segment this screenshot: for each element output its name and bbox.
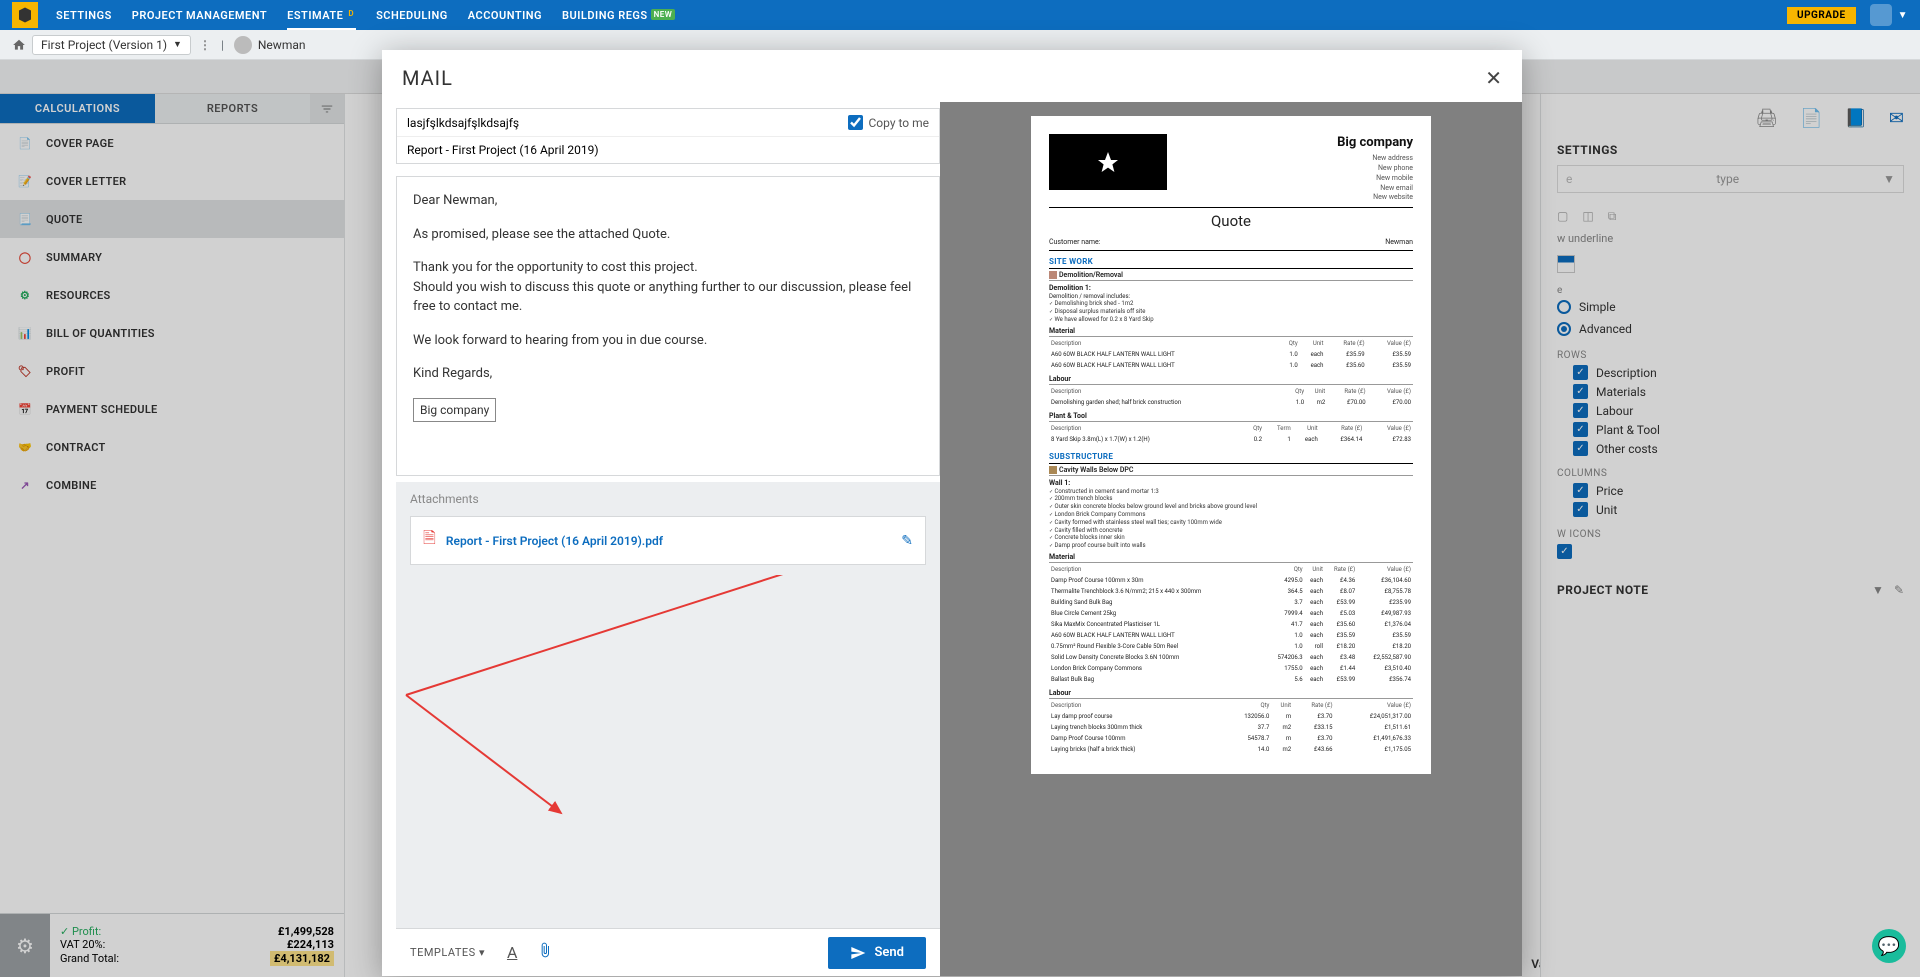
close-icon[interactable]: ✕: [1485, 66, 1502, 90]
tab-reports[interactable]: REPORTS: [155, 94, 310, 123]
email-body-editor[interactable]: Dear Newman, As promised, please see the…: [396, 176, 940, 476]
rows-group-label: Rows: [1557, 350, 1904, 361]
col-unit-check[interactable]: ✓Unit: [1557, 500, 1904, 519]
report-combine[interactable]: ↗Combine: [0, 466, 344, 504]
nav-building-regs[interactable]: BUILDING REGSNEW: [562, 3, 675, 28]
nav-estimate[interactable]: ESTIMATED: [287, 3, 356, 28]
pdf-preview: Big company New addressNew phone New mob…: [940, 102, 1522, 976]
col-price-check[interactable]: ✓Price: [1557, 481, 1904, 500]
copy-to-me-label: Copy to me: [869, 116, 930, 130]
attachments-section: Attachments 🗎 Report - First Project (16…: [396, 482, 940, 575]
recipient-input[interactable]: [407, 116, 848, 130]
attachments-label: Attachments: [410, 492, 926, 506]
tab-calculations[interactable]: CALCULATIONS: [0, 94, 155, 123]
layout-tab-icons[interactable]: ▢◫⧉: [1557, 209, 1904, 224]
project-dropdown[interactable]: First Project (Version 1)▼: [32, 35, 191, 55]
underline-label: w underline: [1557, 232, 1904, 245]
customer-avatar-icon: [234, 36, 252, 54]
pdf-file-icon: 🗎: [423, 527, 436, 554]
mode-advanced-radio[interactable]: Advanced: [1557, 318, 1904, 340]
row-other-costs-check[interactable]: ✓Other costs: [1557, 439, 1904, 458]
row-description-check[interactable]: ✓Description: [1557, 363, 1904, 382]
modal-title: MAIL: [402, 66, 453, 90]
send-button[interactable]: Send: [828, 937, 926, 969]
edit-attachment-icon[interactable]: ✎: [901, 533, 913, 549]
subject-input[interactable]: [407, 143, 929, 157]
icons-group-label: w Icons: [1557, 529, 1904, 540]
text-format-icon[interactable]: A: [507, 943, 517, 962]
app-logo[interactable]: [12, 2, 38, 28]
templates-dropdown[interactable]: TEMPLATES ▾: [410, 946, 485, 959]
row-materials-check[interactable]: ✓Materials: [1557, 382, 1904, 401]
top-navigation-bar: SETTINGS PROJECT MANAGEMENT ESTIMATED SC…: [0, 0, 1920, 30]
pdf-icon[interactable]: 📄: [1800, 108, 1822, 129]
report-list: 📄Cover Page 📝Cover Letter 📃Quote ◯Summar…: [0, 124, 344, 504]
mode-simple-radio[interactable]: Simple: [1557, 296, 1904, 318]
preview-logo: [1049, 134, 1167, 190]
project-menu-icon[interactable]: ⋮: [199, 38, 211, 52]
totals-settings-icon[interactable]: ⚙: [0, 914, 50, 977]
help-chat-fab[interactable]: 💬: [1872, 929, 1906, 963]
note-edit-icon[interactable]: ✎: [1894, 583, 1904, 597]
report-boq[interactable]: 📊Bill of Quantities: [0, 314, 344, 352]
attachment-item[interactable]: 🗎 Report - First Project (16 April 2019)…: [410, 516, 926, 565]
email-icon[interactable]: ✉: [1889, 108, 1904, 129]
mail-modal: MAIL ✕ Copy to me Dear Newman, As promis…: [382, 50, 1522, 976]
print-icon[interactable]: 🖨: [1755, 108, 1778, 129]
copy-to-me-checkbox[interactable]: [848, 115, 863, 130]
type-dropdown[interactable]: e type▼: [1557, 165, 1904, 193]
totals-panel: ⚙ ✓ Profit:£1,499,528 VAT 20%:£224,113 G…: [0, 913, 344, 977]
report-cover-letter[interactable]: 📝Cover Letter: [0, 162, 344, 200]
upgrade-button[interactable]: UPGRADE: [1787, 7, 1856, 24]
show-icons-check[interactable]: ✓: [1557, 542, 1904, 561]
project-note-title: Project Note: [1557, 583, 1648, 597]
attach-file-icon[interactable]: [537, 941, 553, 964]
nav-settings[interactable]: SETTINGS: [56, 3, 112, 28]
report-cover-page[interactable]: 📄Cover Page: [0, 124, 344, 162]
nav-accounting[interactable]: ACCOUNTING: [468, 3, 542, 28]
report-summary[interactable]: ◯Summary: [0, 238, 344, 276]
settings-title: Settings: [1557, 143, 1904, 157]
report-contract[interactable]: 🤝Contract: [0, 428, 344, 466]
row-labour-check[interactable]: ✓Labour: [1557, 401, 1904, 420]
cols-group-label: Columns: [1557, 468, 1904, 479]
left-sidebar: CALCULATIONS REPORTS 📄Cover Page 📝Cover …: [0, 94, 345, 977]
report-resources[interactable]: ⚙Resources: [0, 276, 344, 314]
settings-panel: 🖨 📄 📘 ✉ Settings e type▼ ▢◫⧉ w underline…: [1540, 94, 1920, 977]
user-menu-chevron-icon[interactable]: ▼: [1898, 10, 1908, 21]
home-icon: [12, 38, 26, 52]
table-style-icon[interactable]: [1557, 255, 1575, 273]
report-payment-schedule[interactable]: 📅Payment Schedule: [0, 390, 344, 428]
user-avatar-icon[interactable]: [1870, 4, 1892, 26]
note-expand-icon[interactable]: ▼: [1872, 583, 1884, 597]
nav-scheduling[interactable]: SCHEDULING: [376, 3, 448, 28]
row-plant-tool-check[interactable]: ✓Plant & Tool: [1557, 420, 1904, 439]
report-profit[interactable]: 🏷Profit: [0, 352, 344, 390]
customer-name: Newman: [258, 38, 306, 52]
report-quote[interactable]: 📃Quote: [0, 200, 344, 238]
nav-project-management[interactable]: PROJECT MANAGEMENT: [132, 3, 267, 28]
filter-icon[interactable]: [310, 94, 344, 123]
word-icon[interactable]: 📘: [1844, 108, 1866, 129]
